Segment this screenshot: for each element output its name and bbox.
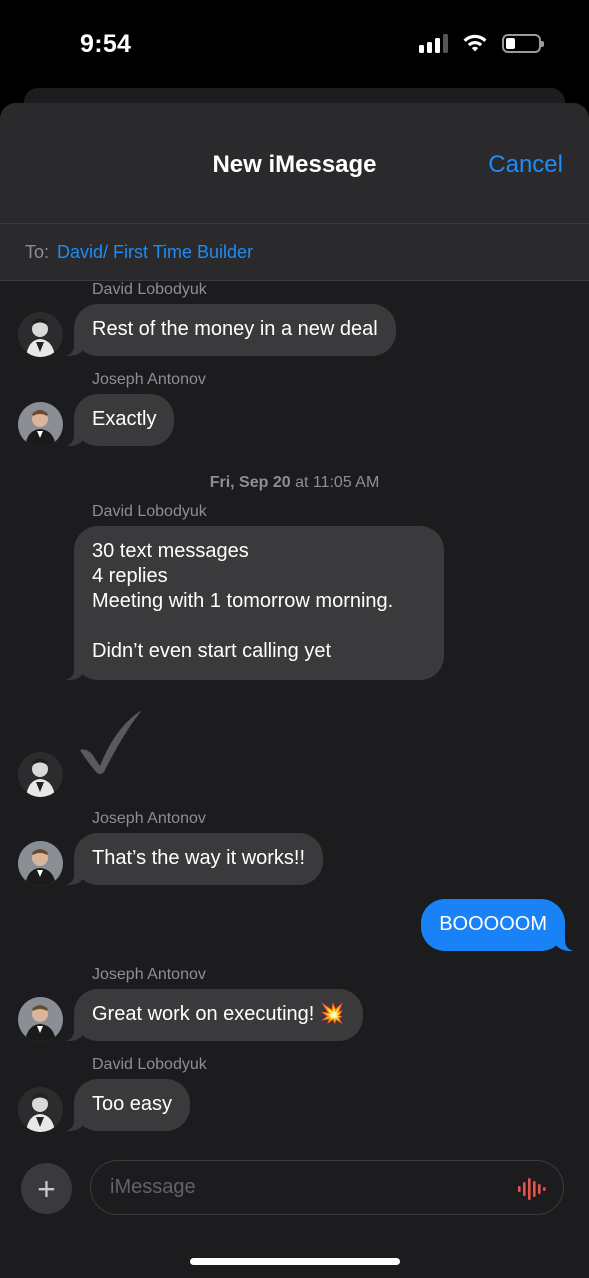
signal-icon	[419, 33, 448, 53]
status-icons	[419, 33, 544, 53]
status-bar: 9:54	[0, 0, 589, 90]
avatar[interactable]	[18, 312, 63, 357]
plus-icon[interactable]: +	[21, 1163, 72, 1214]
battery-icon	[502, 33, 544, 53]
avatar[interactable]	[18, 841, 63, 886]
recipient-row[interactable]: To: David/ First Time Builder	[0, 223, 589, 281]
message-bubble[interactable]: Too easy	[63, 1079, 191, 1131]
sender-name: Joseph Antonov	[92, 371, 206, 388]
message-bubble[interactable]: Great work on executing! 💥	[64, 989, 363, 1041]
message-bubble[interactable]: That’s the way it works!!	[63, 833, 324, 885]
timestamp: Fri, Sep 20 at 11:05 AM	[0, 474, 589, 492]
status-time: 9:54	[80, 30, 132, 58]
to-label: To:	[25, 241, 50, 262]
checkmark-sticker[interactable]	[76, 706, 146, 776]
timestamp-time: at 11:05 AM	[290, 474, 380, 491]
message-bubble[interactable]: Rest of the money in a new deal	[64, 304, 396, 356]
avatar[interactable]	[18, 402, 63, 447]
sender-name: David Lobodyuk	[92, 1056, 207, 1073]
message-bubble[interactable]: Exactly	[63, 394, 175, 446]
message-input[interactable]: iMessage	[90, 1160, 564, 1215]
avatar[interactable]	[18, 997, 63, 1042]
sender-name: David Lobodyuk	[92, 281, 207, 298]
sheet-header: New iMessage Cancel	[0, 103, 589, 223]
message-list[interactable]: David Lobodyuk Rest of the money in a ne…	[0, 281, 589, 1151]
new-message-sheet: New iMessage Cancel To: David/ First Tim…	[0, 103, 589, 1278]
audio-waveform-icon[interactable]	[517, 1176, 547, 1202]
home-indicator[interactable]	[190, 1258, 400, 1265]
message-bubble-outgoing[interactable]: BOOOOOM	[421, 899, 575, 951]
sender-name: Joseph Antonov	[92, 810, 206, 827]
message-input-placeholder: iMessage	[110, 1176, 196, 1198]
message-bubble[interactable]: 30 text messages 4 replies Meeting with …	[64, 526, 444, 680]
cancel-button[interactable]: Cancel	[488, 151, 563, 179]
wifi-icon	[463, 34, 487, 52]
avatar[interactable]	[18, 752, 63, 797]
sender-name: Joseph Antonov	[92, 966, 206, 983]
recipient-name[interactable]: David/ First Time Builder	[57, 242, 253, 263]
sender-name: David Lobodyuk	[92, 503, 207, 520]
timestamp-day: Fri, Sep 20	[209, 474, 291, 491]
avatar[interactable]	[18, 1087, 63, 1132]
